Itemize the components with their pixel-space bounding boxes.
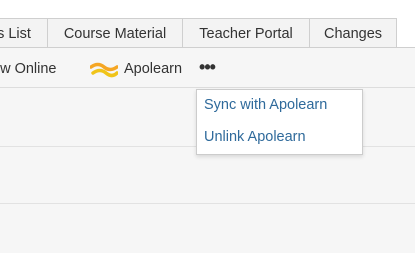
list-item (0, 204, 415, 253)
more-options-icon[interactable]: ••• (195, 58, 219, 78)
tab-label: s List (0, 26, 31, 42)
list-item (0, 147, 415, 204)
tab-label: Course Material (63, 26, 167, 42)
tab-teacher-portal[interactable]: Teacher Portal (182, 18, 310, 48)
apolearn-button[interactable]: Apolearn (124, 48, 182, 88)
sync-with-apolearn-menu-item[interactable]: Sync with Apolearn (204, 97, 327, 113)
tab-students-list[interactable]: s List (0, 18, 48, 48)
view-online-button[interactable]: ew Online (0, 48, 56, 88)
apolearn-logo-icon (90, 62, 118, 78)
unlink-apolearn-menu-item[interactable]: Unlink Apolearn (204, 129, 306, 145)
apolearn-dropdown-menu: Sync with Apolearn Unlink Apolearn (196, 89, 363, 155)
tab-label: Changes (323, 26, 383, 42)
tab-bar: s List Course Material Teacher Portal Ch… (0, 0, 415, 48)
tab-label: Teacher Portal (199, 26, 293, 42)
tab-changes[interactable]: Changes (309, 18, 397, 48)
tab-course-material[interactable]: Course Material (47, 18, 183, 48)
toolbar: ew Online Apolearn ••• (0, 48, 415, 88)
